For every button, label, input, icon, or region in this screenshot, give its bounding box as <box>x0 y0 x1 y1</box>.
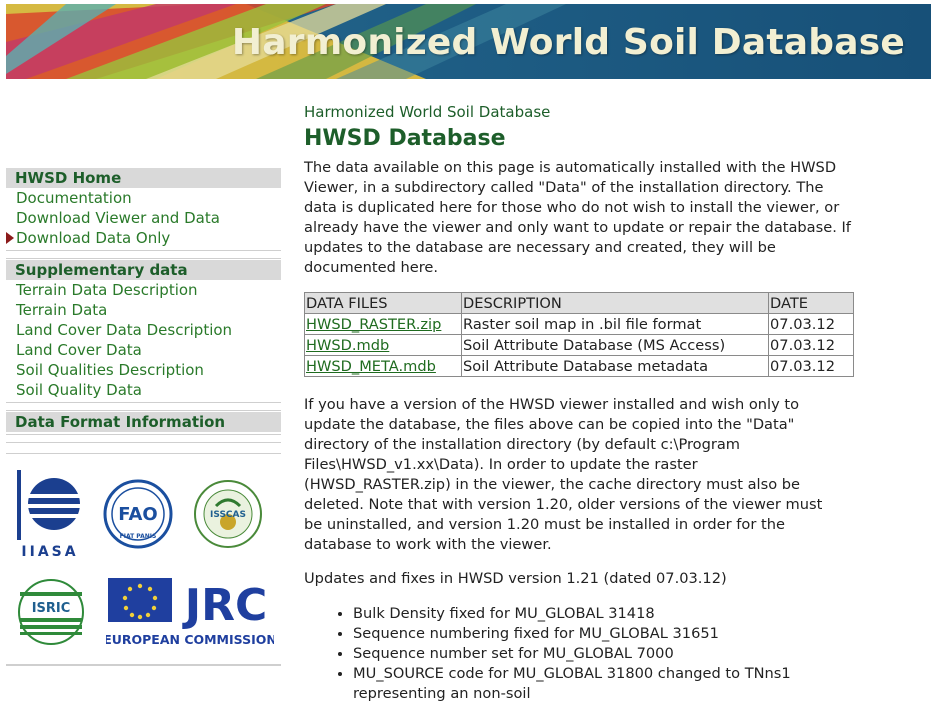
file-link-hwsd-mdb[interactable]: HWSD.mdb <box>306 337 389 354</box>
table-row: HWSD_RASTER.zip Raster soil map in .bil … <box>304 313 854 335</box>
column-header-date: DATE <box>768 292 854 314</box>
nav-item-land-cover-data[interactable]: Land Cover Data <box>6 340 281 360</box>
logos-divider-bottom <box>6 664 281 666</box>
table-cell: HWSD.mdb <box>304 334 462 356</box>
header-banner: Harmonized World Soil Database <box>6 4 931 79</box>
isscas-logo-icon: ISSCAS <box>194 480 262 548</box>
nav-heading-hwsd-home[interactable]: HWSD Home <box>6 168 281 188</box>
nav-item-soil-qualities-description[interactable]: Soil Qualities Description <box>6 360 281 380</box>
nav-item-download-data-only[interactable]: Download Data Only <box>6 228 281 248</box>
fixes-list: Bulk Density fixed for MU_GLOBAL 31418 S… <box>304 604 864 704</box>
nav-item-land-cover-data-description[interactable]: Land Cover Data Description <box>6 320 281 340</box>
nav-heading-supplementary-data[interactable]: Supplementary data <box>6 260 281 280</box>
jrc-logo-text: JRC <box>182 580 268 631</box>
nav-item-terrain-data-description[interactable]: Terrain Data Description <box>6 280 281 300</box>
table-cell: 07.03.12 <box>768 334 854 356</box>
table-cell: HWSD_META.mdb <box>304 355 462 377</box>
page-title: HWSD Database <box>304 126 506 151</box>
fao-motto: FIAT PANIS <box>120 533 157 540</box>
file-link-hwsd-meta[interactable]: HWSD_META.mdb <box>306 358 436 375</box>
list-item: MU_SOURCE code for MU_GLOBAL 31800 chang… <box>353 664 864 704</box>
file-link-hwsd-raster[interactable]: HWSD_RASTER.zip <box>306 316 441 333</box>
list-item: Sequence number set for MU_GLOBAL 7000 <box>353 644 864 664</box>
jrc-logo-icon: JRC EUROPEAN COMMISSION <box>103 578 277 647</box>
iiasa-logo-text: IIASA <box>21 544 78 560</box>
nav-item-download-viewer-and-data[interactable]: Download Viewer and Data <box>6 208 281 228</box>
ec-logo-text: EUROPEAN COMMISSION <box>106 632 274 647</box>
iiasa-logo-icon: IIASA <box>17 470 80 560</box>
column-header-data-files: DATA FILES <box>304 292 462 314</box>
table-cell: HWSD_RASTER.zip <box>304 313 462 335</box>
table-row: HWSD_META.mdb Soil Attribute Database me… <box>304 355 854 377</box>
svg-text:FAO: FAO <box>118 504 157 525</box>
nav-item-terrain-data[interactable]: Terrain Data <box>6 300 281 320</box>
list-item: Sequence numbering fixed for MU_GLOBAL 3… <box>353 624 864 644</box>
table-cell: Raster soil map in .bil file format <box>461 313 769 335</box>
logos-divider-top <box>6 453 281 454</box>
nav-divider <box>6 402 281 411</box>
fao-logo-icon: FAO FIAT PANIS <box>103 479 173 549</box>
nav-section-supplementary: Supplementary data Terrain Data Descript… <box>6 260 281 400</box>
nav-section-hwsd-home: HWSD Home Documentation Download Viewer … <box>6 168 281 248</box>
table-cell: Soil Attribute Database metadata <box>461 355 769 377</box>
updates-heading: Updates and fixes in HWSD version 1.21 (… <box>304 570 727 587</box>
isric-logo[interactable]: ISRIC <box>14 578 88 650</box>
nav-heading-data-format-information[interactable]: Data Format Information <box>6 412 281 432</box>
fao-logo[interactable]: FAO FIAT PANIS <box>102 478 174 554</box>
table-cell: Soil Attribute Database (MS Access) <box>461 334 769 356</box>
table-header-row: DATA FILES DESCRIPTION DATE <box>304 292 854 314</box>
table-row: HWSD.mdb Soil Attribute Database (MS Acc… <box>304 334 854 356</box>
jrc-european-commission-logo[interactable]: JRC EUROPEAN COMMISSION <box>103 576 277 654</box>
isscas-logo-text: ISSCAS <box>210 510 246 520</box>
iiasa-logo[interactable]: IIASA <box>14 468 86 564</box>
nav-section-data-format: Data Format Information <box>6 412 281 432</box>
table-cell: 07.03.12 <box>768 355 854 377</box>
list-item: Bulk Density fixed for MU_GLOBAL 31418 <box>353 604 864 624</box>
sidebar-nav: HWSD Home Documentation Download Viewer … <box>6 168 281 444</box>
nav-item-soil-quality-data[interactable]: Soil Quality Data <box>6 380 281 400</box>
main-content: Harmonized World Soil Database HWSD Data… <box>304 100 864 704</box>
table-cell: 07.03.12 <box>768 313 854 335</box>
nav-divider <box>6 434 281 443</box>
intro-paragraph: The data available on this page is autom… <box>304 159 851 276</box>
isscas-logo[interactable]: ISSCAS <box>192 478 264 554</box>
data-files-table: DATA FILES DESCRIPTION DATE HWSD_RASTER.… <box>304 292 854 377</box>
site-name: Harmonized World Soil Database <box>304 103 551 121</box>
banner-title: Harmonized World Soil Database <box>231 22 905 63</box>
isric-logo-icon: ISRIC <box>18 579 84 645</box>
column-header-description: DESCRIPTION <box>461 292 769 314</box>
isric-logo-text: ISRIC <box>32 601 71 616</box>
nav-divider <box>6 250 281 259</box>
nav-item-documentation[interactable]: Documentation <box>6 188 281 208</box>
update-instructions-paragraph: If you have a version of the HWSD viewer… <box>304 396 823 553</box>
